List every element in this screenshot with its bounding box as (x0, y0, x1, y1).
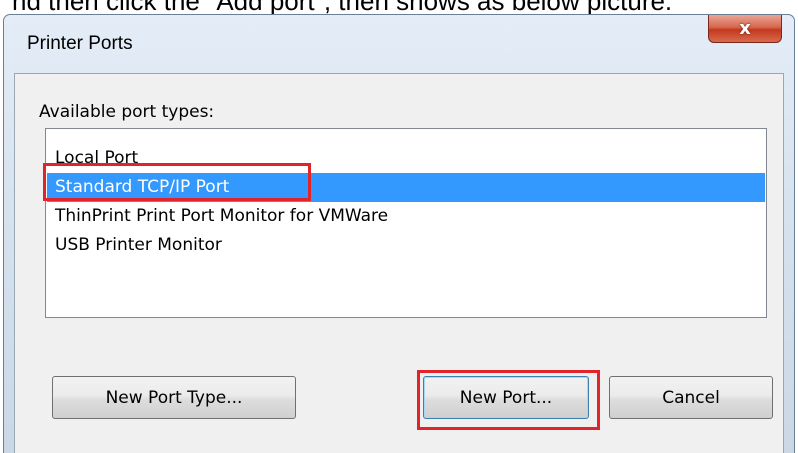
list-item-usb-printer-monitor[interactable]: USB Printer Monitor (47, 231, 765, 260)
port-types-listbox[interactable]: Local Port Standard TCP/IP Port ThinPrin… (45, 128, 767, 318)
cancel-button[interactable]: Cancel (609, 376, 773, 419)
list-item-thinprint-port-monitor[interactable]: ThinPrint Print Port Monitor for VMWare (47, 202, 765, 231)
close-button[interactable]: x (708, 15, 782, 43)
title-bar: Printer Ports x (4, 15, 794, 67)
list-item-standard-tcpip-port[interactable]: Standard TCP/IP Port (47, 173, 765, 202)
new-port-button[interactable]: New Port... (423, 376, 589, 419)
new-port-type-button[interactable]: New Port Type... (52, 376, 296, 419)
list-item-local-port[interactable]: Local Port (47, 144, 765, 173)
port-types-label: Available port types: (39, 102, 215, 122)
close-icon: x (739, 18, 751, 39)
dialog-title: Printer Ports (27, 33, 133, 54)
